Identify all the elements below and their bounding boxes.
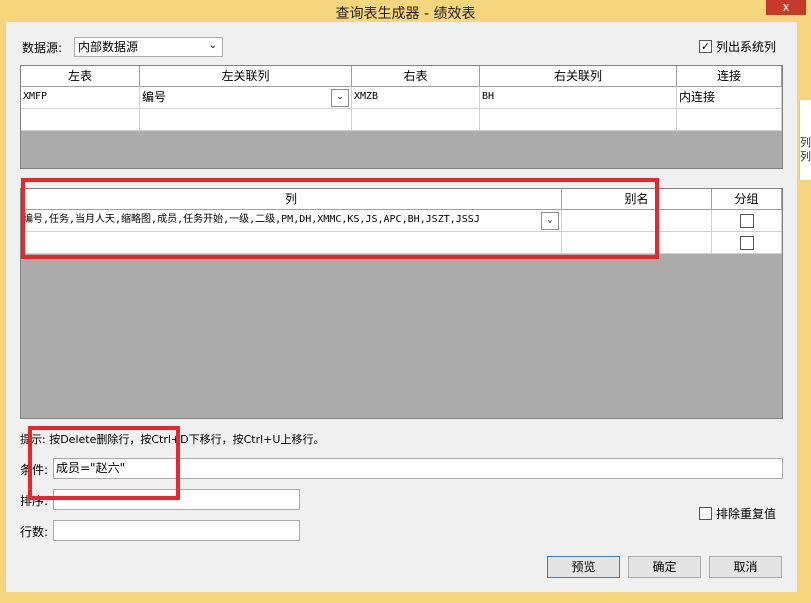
exclude-duplicates-label: 排除重复值 bbox=[716, 507, 777, 521]
column-cell-group bbox=[712, 232, 782, 254]
chevron-down-icon: ⌄ bbox=[208, 40, 218, 51]
background-window-strip: 列 列 bbox=[799, 100, 811, 180]
datasource-value: 内部数据源 bbox=[78, 40, 139, 54]
join-cell-empty[interactable] bbox=[677, 109, 782, 131]
group-checkbox[interactable] bbox=[740, 214, 754, 228]
list-system-columns-checkbox[interactable]: ✓ bbox=[699, 40, 712, 53]
join-cell-join-type[interactable]: 内连接 bbox=[677, 87, 782, 109]
window-frame-bottom bbox=[0, 592, 811, 603]
exclude-duplicates-checkbox[interactable] bbox=[699, 507, 712, 520]
join-cell-right-table[interactable]: XMZB bbox=[352, 87, 480, 109]
rowcount-input[interactable] bbox=[53, 520, 300, 541]
window-title: 查询表生成器 - 绩效表 bbox=[335, 6, 476, 22]
join-header-left-column[interactable]: 左关联列 bbox=[140, 66, 352, 87]
join-cell-left-column-value: 编号 bbox=[142, 90, 167, 104]
join-cell-empty[interactable] bbox=[140, 109, 352, 131]
rowcount-label: 行数: bbox=[20, 525, 49, 539]
chevron-down-icon[interactable]: ⌄ bbox=[331, 89, 349, 107]
join-header-right-column[interactable]: 右关联列 bbox=[480, 66, 677, 87]
join-cell-left-table[interactable]: XMFP bbox=[21, 87, 140, 109]
column-cell-group bbox=[712, 210, 782, 232]
join-grid: 左表 左关联列 右表 右关联列 连接 XMFP 编号 ⌄ XMZB BH 内连接 bbox=[20, 65, 783, 169]
datasource-label: 数据源: bbox=[22, 41, 63, 55]
column-header-group[interactable]: 分组 bbox=[712, 189, 782, 210]
close-button[interactable]: x bbox=[766, 0, 806, 15]
join-header-left-table[interactable]: 左表 bbox=[21, 66, 140, 87]
join-cell-empty[interactable] bbox=[352, 109, 480, 131]
join-cell-right-column[interactable]: BH bbox=[480, 87, 677, 109]
join-cell-left-column[interactable]: 编号 ⌄ bbox=[140, 87, 352, 109]
highlight-box-columns bbox=[21, 178, 659, 259]
datasource-select[interactable]: 内部数据源 ⌄ bbox=[74, 37, 223, 57]
cancel-button[interactable]: 取消 bbox=[709, 556, 782, 578]
join-cell-empty[interactable] bbox=[21, 109, 140, 131]
list-system-columns-label: 列出系统列 bbox=[716, 40, 777, 54]
join-cell-empty[interactable] bbox=[480, 109, 677, 131]
ok-button[interactable]: 确定 bbox=[628, 556, 701, 578]
join-header-right-table[interactable]: 右表 bbox=[352, 66, 480, 87]
join-header-join-type[interactable]: 连接 bbox=[677, 66, 782, 87]
group-checkbox[interactable] bbox=[740, 236, 754, 250]
preview-button[interactable]: 预览 bbox=[547, 556, 620, 578]
highlight-box-condition bbox=[28, 426, 180, 500]
